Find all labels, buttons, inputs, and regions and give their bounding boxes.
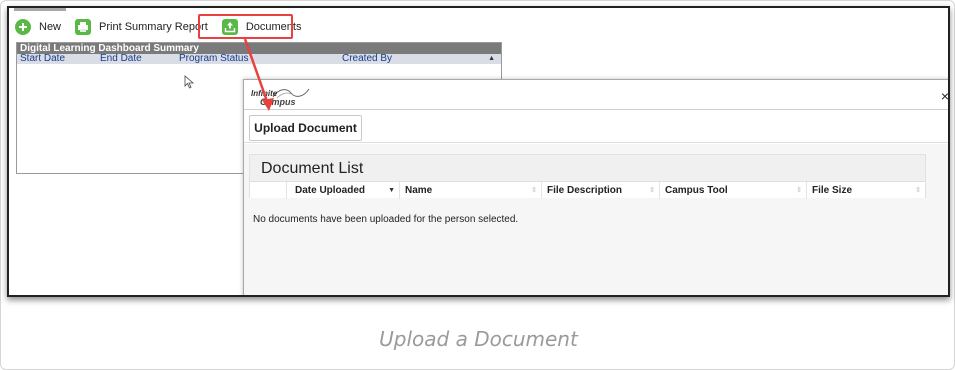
modal-action-bar: Upload Document xyxy=(244,110,948,143)
sort-desc-icon[interactable]: ▼ xyxy=(388,182,395,199)
sort-both-icon[interactable]: ⇳ xyxy=(796,182,802,199)
figure-caption: Upload a Document xyxy=(379,327,578,351)
screenshot: New Print Summary Report Documents Digit… xyxy=(7,6,950,297)
new-button[interactable]: New xyxy=(15,19,61,35)
sort-both-icon[interactable]: ⇳ xyxy=(531,182,537,199)
empty-state-message: No documents have been uploaded for the … xyxy=(253,214,519,225)
document-list-header: Date Uploaded ▼ Name ⇳ File Description … xyxy=(250,181,925,199)
documents-highlight-box xyxy=(198,14,293,39)
new-button-label: New xyxy=(39,21,62,33)
figure-frame: New Print Summary Report Documents Digit… xyxy=(0,0,955,370)
infinite-campus-logo: Infinite Campus xyxy=(251,86,321,108)
printer-icon xyxy=(75,19,92,35)
column-campus-tool[interactable]: Campus Tool ⇳ xyxy=(659,182,806,199)
sort-both-icon[interactable]: ⇳ xyxy=(649,182,655,199)
sort-asc-icon[interactable]: ▲ xyxy=(488,54,495,64)
column-file-size[interactable]: File Size ⇳ xyxy=(806,182,925,199)
column-campus-tool-label: Campus Tool xyxy=(665,185,728,196)
sort-both-icon[interactable]: ⇳ xyxy=(915,182,921,199)
modal-header: Infinite Campus × xyxy=(244,80,948,110)
plus-icon xyxy=(15,19,31,35)
column-end-date[interactable]: End Date xyxy=(100,54,142,64)
logo-text-campus: Campus xyxy=(260,97,296,107)
column-created-by[interactable]: Created By xyxy=(342,54,392,64)
document-list-title: Document List xyxy=(261,160,364,177)
column-name-label: Name xyxy=(405,185,433,196)
mouse-cursor-icon xyxy=(184,75,195,89)
print-summary-report-button[interactable]: Print Summary Report xyxy=(75,19,208,35)
summary-column-header: Start Date End Date Program Status Creat… xyxy=(17,54,501,64)
column-start-date[interactable]: Start Date xyxy=(20,54,65,64)
column-select xyxy=(250,182,286,199)
summary-title: Digital Learning Dashboard Summary xyxy=(17,43,501,54)
column-date-uploaded-label: Date Uploaded xyxy=(295,185,366,196)
column-file-description[interactable]: File Description ⇳ xyxy=(541,182,659,199)
column-file-size-label: File Size xyxy=(812,185,853,196)
print-summary-report-label: Print Summary Report xyxy=(99,21,208,33)
upload-document-button[interactable]: Upload Document xyxy=(249,115,362,141)
column-program-status[interactable]: Program Status xyxy=(179,54,248,64)
document-list-panel: Document List Date Uploaded ▼ Name ⇳ Fil… xyxy=(249,154,926,199)
top-strip xyxy=(14,8,66,11)
column-file-description-label: File Description xyxy=(547,185,623,196)
column-date-uploaded[interactable]: Date Uploaded ▼ xyxy=(286,182,399,199)
close-icon[interactable]: × xyxy=(941,88,948,104)
column-name[interactable]: Name ⇳ xyxy=(399,182,541,199)
documents-modal: Infinite Campus × Upload Document Docume… xyxy=(243,79,948,295)
